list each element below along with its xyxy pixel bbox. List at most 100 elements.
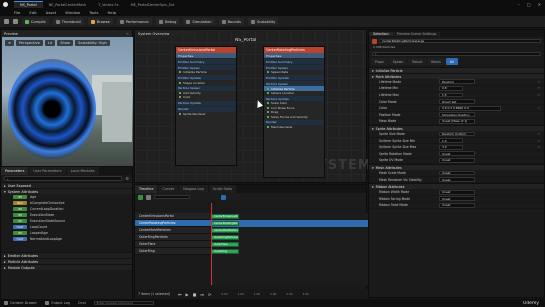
node-module[interactable]: Solve Forces and Velocity bbox=[264, 114, 324, 119]
menu-edit[interactable]: Edit bbox=[29, 10, 36, 15]
tab-script-stats[interactable]: Script Stats bbox=[208, 185, 237, 193]
sprite-size-max-input[interactable]: 3.0 bbox=[439, 144, 463, 150]
reset-icon[interactable]: ↺ bbox=[537, 93, 540, 97]
selected-emitter-field[interactable]: CenterRotatingParticlesLarge bbox=[379, 38, 541, 44]
lit-button[interactable]: Lit bbox=[44, 40, 56, 46]
node-module[interactable]: Sprite Renderer bbox=[176, 112, 236, 116]
debug-button[interactable]: Debug bbox=[155, 18, 180, 25]
filter-icon[interactable] bbox=[146, 194, 151, 200]
filter-result[interactable]: Result bbox=[408, 58, 427, 65]
track-row-selected[interactable]: CenterRotatingParticles bbox=[135, 220, 211, 227]
timeline-bar[interactable]: CenterMeshParticles bbox=[211, 228, 239, 234]
params-search-input[interactable]: ⌕ bbox=[4, 176, 123, 181]
ribbon-twist-mode-select[interactable]: Unset bbox=[439, 202, 475, 208]
settings-icon[interactable]: ⚙ bbox=[125, 176, 129, 181]
color-input[interactable]: 0.6 0.5 0.8600 0.4 bbox=[439, 105, 501, 111]
section-module-outputs[interactable]: ▸ Module Outputs bbox=[1, 264, 132, 270]
node-section[interactable]: Emitter Summary bbox=[264, 59, 324, 64]
tab-preview-scene-settings[interactable]: Preview Scene Settings bbox=[392, 31, 441, 36]
playhead[interactable] bbox=[211, 203, 212, 285]
thumbnail-button[interactable]: Thumbnail bbox=[52, 18, 84, 25]
node-section[interactable]: Particle Update bbox=[176, 100, 236, 106]
doc-tab-3[interactable]: ME_PortalCenterSpin_Ext bbox=[125, 1, 181, 8]
performance-button[interactable]: Performance bbox=[116, 18, 152, 25]
reset-icon[interactable]: ↺ bbox=[537, 145, 540, 149]
details-search-input[interactable]: ⌕ bbox=[372, 51, 541, 57]
color-mode-select[interactable]: Direct Set bbox=[439, 99, 475, 104]
node-module[interactable]: Shape Location bbox=[176, 80, 236, 85]
mesh-scale-mode-select[interactable]: Unset bbox=[439, 170, 475, 176]
doc-tab-1[interactable]: NE_PortalCenterMesh bbox=[43, 1, 93, 8]
sprite-size-min-input[interactable]: 1.0 bbox=[439, 138, 463, 143]
node-section[interactable]: Emitter Summary bbox=[176, 59, 236, 64]
timeline-bar[interactable]: CenterRotatingParticles bbox=[211, 221, 239, 227]
reset-icon[interactable]: ↺ bbox=[537, 86, 540, 90]
mesh-visibility-select[interactable]: Unset bbox=[439, 177, 475, 182]
scalability-button[interactable]: Scalability bbox=[247, 18, 279, 25]
position-mode-select[interactable]: Simulation Position bbox=[439, 112, 475, 118]
reset-icon[interactable]: ↺ bbox=[537, 106, 540, 110]
browse-button[interactable]: Browse bbox=[87, 18, 113, 25]
tab-user-parameters[interactable]: User Parameters bbox=[29, 167, 66, 175]
reset-icon[interactable]: ↺ bbox=[537, 139, 540, 143]
node-section[interactable]: Emitter Update bbox=[264, 75, 324, 81]
timeline-bar[interactable]: OuterFlare bbox=[211, 242, 239, 248]
perspective-button[interactable]: Perspective bbox=[16, 40, 43, 46]
mass-mode-select[interactable]: Unset (Mass of 1) bbox=[439, 118, 475, 124]
play-forward-icon[interactable]: ⏭ bbox=[200, 292, 204, 297]
filter-props[interactable]: Props bbox=[371, 58, 388, 65]
close-icon[interactable]: ✕ bbox=[538, 2, 541, 7]
menu-file[interactable]: File bbox=[14, 10, 20, 15]
save-icon[interactable] bbox=[4, 19, 9, 24]
emitter-node-a[interactable]: CenterEmissionsPortal Properties Emitter… bbox=[175, 46, 237, 166]
loop-icon[interactable]: ⟳ bbox=[208, 292, 211, 297]
folder-icon[interactable] bbox=[13, 19, 18, 24]
attribute-row[interactable]: FLOAT NormalizedLoopAge bbox=[1, 236, 132, 242]
scalability-badge[interactable]: Scalability: High bbox=[74, 40, 110, 46]
node-module[interactable]: Sphere Location bbox=[264, 91, 324, 95]
lifetime-mode-select[interactable]: Random bbox=[439, 79, 475, 85]
reset-icon[interactable]: ↺ bbox=[537, 132, 540, 136]
node-module[interactable]: Color bbox=[176, 95, 236, 99]
track-area[interactable]: CenterEmissionsPortal CenterRotatingPart… bbox=[211, 203, 368, 285]
node-module[interactable]: Initialize Particle bbox=[176, 70, 236, 74]
maximize-icon[interactable]: □ bbox=[527, 2, 531, 7]
tab-timeline[interactable]: Timeline bbox=[135, 185, 158, 193]
sprite-rotation-mode-select[interactable]: Unset bbox=[439, 151, 475, 157]
node-section[interactable]: Properties bbox=[176, 53, 236, 58]
tab-niagara-log[interactable]: Niagara Log bbox=[179, 185, 208, 193]
output-log-button[interactable]: Output Log bbox=[44, 301, 70, 305]
emitter-node-b[interactable]: CenterRotatingParticles Properties Emitt… bbox=[263, 46, 325, 178]
filter-spawn[interactable]: Spawn bbox=[388, 58, 408, 65]
node-section[interactable]: Properties bbox=[264, 53, 324, 58]
track-row[interactable]: CenterEmissionsPortal bbox=[135, 213, 211, 220]
menu-asset[interactable]: Asset bbox=[46, 10, 56, 15]
play-back-icon[interactable]: ⏮ bbox=[178, 292, 182, 297]
sprite-size-mode-select[interactable]: Random Uniform bbox=[439, 131, 475, 137]
simulation-button[interactable]: Simulation bbox=[183, 18, 215, 25]
reset-icon[interactable]: ↺ bbox=[537, 80, 540, 84]
filter-bakes[interactable]: Bakes bbox=[427, 58, 445, 65]
viewport-menu-button[interactable]: ≡ bbox=[5, 40, 15, 46]
sprite-uv-mode-select[interactable]: Unset bbox=[439, 157, 475, 163]
doc-tab-0[interactable]: NS_Portal bbox=[14, 1, 43, 8]
play-icon[interactable]: ▶ bbox=[186, 292, 189, 297]
compile-button[interactable]: Compile bbox=[22, 18, 49, 25]
cmd-button[interactable]: Cmd bbox=[78, 301, 86, 305]
tab-parameters[interactable]: Parameters bbox=[1, 167, 29, 175]
lifetime-min-input[interactable]: 0.8 bbox=[439, 85, 463, 91]
show-button[interactable]: Show bbox=[57, 40, 73, 46]
ribbon-facing-mode-select[interactable]: Unset bbox=[439, 196, 475, 202]
timeline-bar[interactable]: OuterRing bbox=[211, 249, 239, 255]
track-row[interactable]: OuterRingParticles bbox=[135, 234, 211, 241]
menu-window[interactable]: Window bbox=[65, 10, 80, 15]
minimize-icon[interactable]: – bbox=[518, 2, 520, 7]
track-row[interactable]: OuterFlare bbox=[135, 241, 211, 248]
filter-all[interactable]: All bbox=[445, 58, 458, 65]
bounds-button[interactable]: Bounds bbox=[218, 18, 244, 25]
timeline-bar[interactable]: CenterEmissionsPortal bbox=[211, 214, 239, 220]
timeline-search-input[interactable] bbox=[154, 194, 190, 200]
tab-selection[interactable]: Selection bbox=[369, 31, 393, 36]
add-track-icon[interactable] bbox=[138, 194, 143, 200]
node-module[interactable]: Mesh Renderer bbox=[264, 125, 324, 129]
